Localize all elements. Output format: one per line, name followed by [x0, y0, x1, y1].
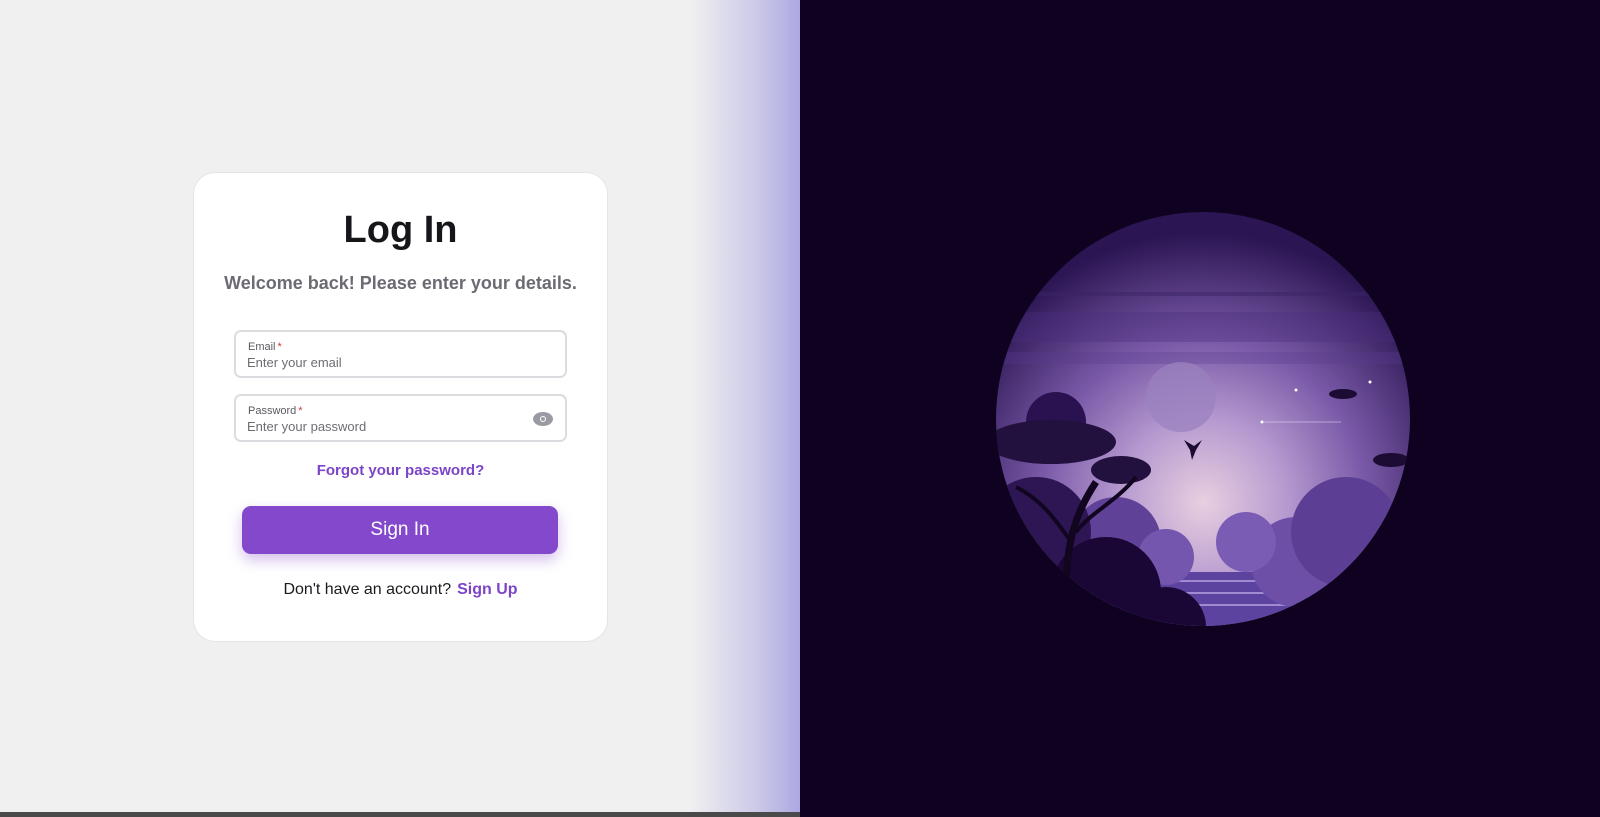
required-mark: * — [277, 341, 282, 353]
password-field[interactable]: Password * — [234, 394, 567, 442]
sign-in-button[interactable]: Sign In — [242, 506, 558, 554]
forgot-password-link[interactable]: Forgot your password? — [194, 462, 607, 479]
page-title: Log In — [343, 209, 458, 251]
pane-edge-glow — [690, 0, 800, 817]
required-mark: * — [298, 405, 303, 417]
email-input[interactable] — [247, 355, 507, 370]
night-landscape-illustration — [996, 212, 1410, 626]
login-pane: Log In Welcome back! Please enter your d… — [0, 0, 800, 817]
password-label: Password * — [248, 405, 303, 417]
email-field[interactable]: Email * — [234, 330, 567, 378]
illustration-pane — [800, 0, 1600, 817]
password-input[interactable] — [247, 419, 507, 434]
email-label: Email * — [248, 341, 282, 353]
signup-row: Don't have an account? Sign Up — [194, 581, 607, 599]
signup-prompt: Don't have an account? — [283, 581, 452, 598]
eye-icon[interactable] — [533, 412, 553, 426]
page-subtitle: Welcome back! Please enter your details. — [224, 273, 577, 293]
sign-up-link[interactable]: Sign Up — [457, 581, 517, 598]
bottom-border — [0, 812, 800, 817]
login-card: Log In Welcome back! Please enter your d… — [193, 172, 608, 642]
